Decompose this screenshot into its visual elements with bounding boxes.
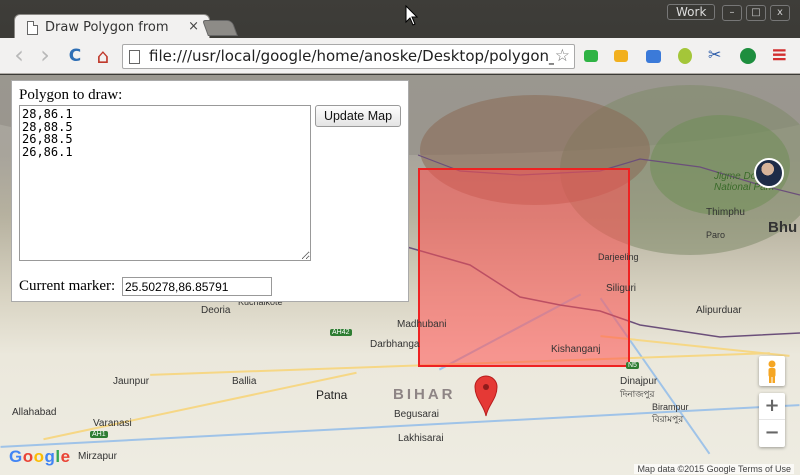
zoom-out-button[interactable]: − [759,420,785,447]
place-label: Thimphu [706,207,745,218]
profile-button[interactable]: Work [667,4,716,20]
bookmark-star-icon[interactable]: ☆ [555,46,570,66]
place-label: Allahabad [12,407,57,418]
close-window-button[interactable]: x [770,5,790,21]
update-map-button[interactable]: Update Map [315,105,401,127]
new-tab-button[interactable] [202,20,238,36]
reload-button[interactable]: C [64,45,86,67]
map-attribution[interactable]: Map data ©2015 Google Terms of Use [634,464,794,474]
lock-extension-icon[interactable] [614,50,628,62]
mouse-cursor-icon [405,5,419,26]
place-label: Paro [706,230,726,240]
browser-toolbar: ‹ › C ⌂ file:///usr/local/google/home/an… [0,38,800,74]
place-label: Deoria [201,305,231,316]
forward-button[interactable]: › [34,43,56,67]
browser-tab[interactable]: Draw Polygon from × [14,14,210,40]
close-tab-icon[interactable]: × [188,19,199,34]
polygon-label: Polygon to draw: [19,87,123,103]
highway-shield: N5 [626,362,639,369]
place-label: বিরামপুর [652,414,684,424]
image-extension-icon[interactable] [646,50,661,63]
street-view-pegman-icon[interactable] [759,356,785,386]
menu-icon[interactable]: ≡ [771,44,789,64]
place-label: Begusarai [394,409,440,420]
place-label: দিনাজপুর [620,389,655,399]
state-label: BIHAR [393,386,456,403]
scissors-icon[interactable]: ✂ [708,47,726,65]
place-label: Darbhanga [370,339,420,350]
place-label: Alipurduar [696,305,742,316]
highway-shield: AH1 [90,431,108,438]
map-marker-icon[interactable] [474,375,498,417]
home-button[interactable]: ⌂ [92,45,114,67]
place-label: Mirzapur [78,451,117,462]
avatar[interactable] [754,158,784,188]
zoom-control: + − [759,393,785,447]
place-label: Dinajpur [620,376,658,387]
tab-strip: Draw Polygon from × Work – □ x [0,0,800,40]
browser-chrome: Draw Polygon from × Work – □ x ‹ › C ⌂ f… [0,0,800,74]
drawn-polygon[interactable] [418,168,630,367]
chat-extension-icon[interactable] [584,50,598,62]
place-label: Siliguri [606,283,637,294]
place-label: Jaunpur [113,376,150,387]
highway-shield: AH42 [330,329,352,336]
zoom-in-button[interactable]: + [759,393,785,420]
bulb-extension-icon[interactable] [678,48,692,64]
url-text: file:///usr/local/google/home/anoske/Des… [149,47,554,65]
place-label: Birampur [652,402,689,412]
polygon-panel: Polygon to draw: Update Map Current mark… [11,80,409,302]
place-label: Varanasi [93,418,132,429]
place-label: Kishanganj [551,344,601,355]
place-label: Lakhisarai [398,433,444,444]
minimize-button[interactable]: – [722,5,742,21]
maximize-button[interactable]: □ [746,5,766,21]
polygon-textarea[interactable] [19,105,311,261]
place-label: Ballia [232,376,257,387]
current-marker-field[interactable] [122,277,272,296]
tab-title: Draw Polygon from [45,20,169,35]
page-icon [129,50,140,64]
place-label: Patna [316,388,348,402]
address-bar[interactable]: file:///usr/local/google/home/anoske/Des… [122,44,575,69]
place-label: Madhubani [397,319,447,330]
google-logo: Google [9,447,71,466]
back-button[interactable]: ‹ [8,43,30,67]
check-extension-icon[interactable] [740,48,756,64]
page-icon [27,21,38,35]
place-label: Bhu [768,219,798,236]
marker-label: Current marker: [19,278,116,294]
place-label: Darjeeling [598,252,639,262]
